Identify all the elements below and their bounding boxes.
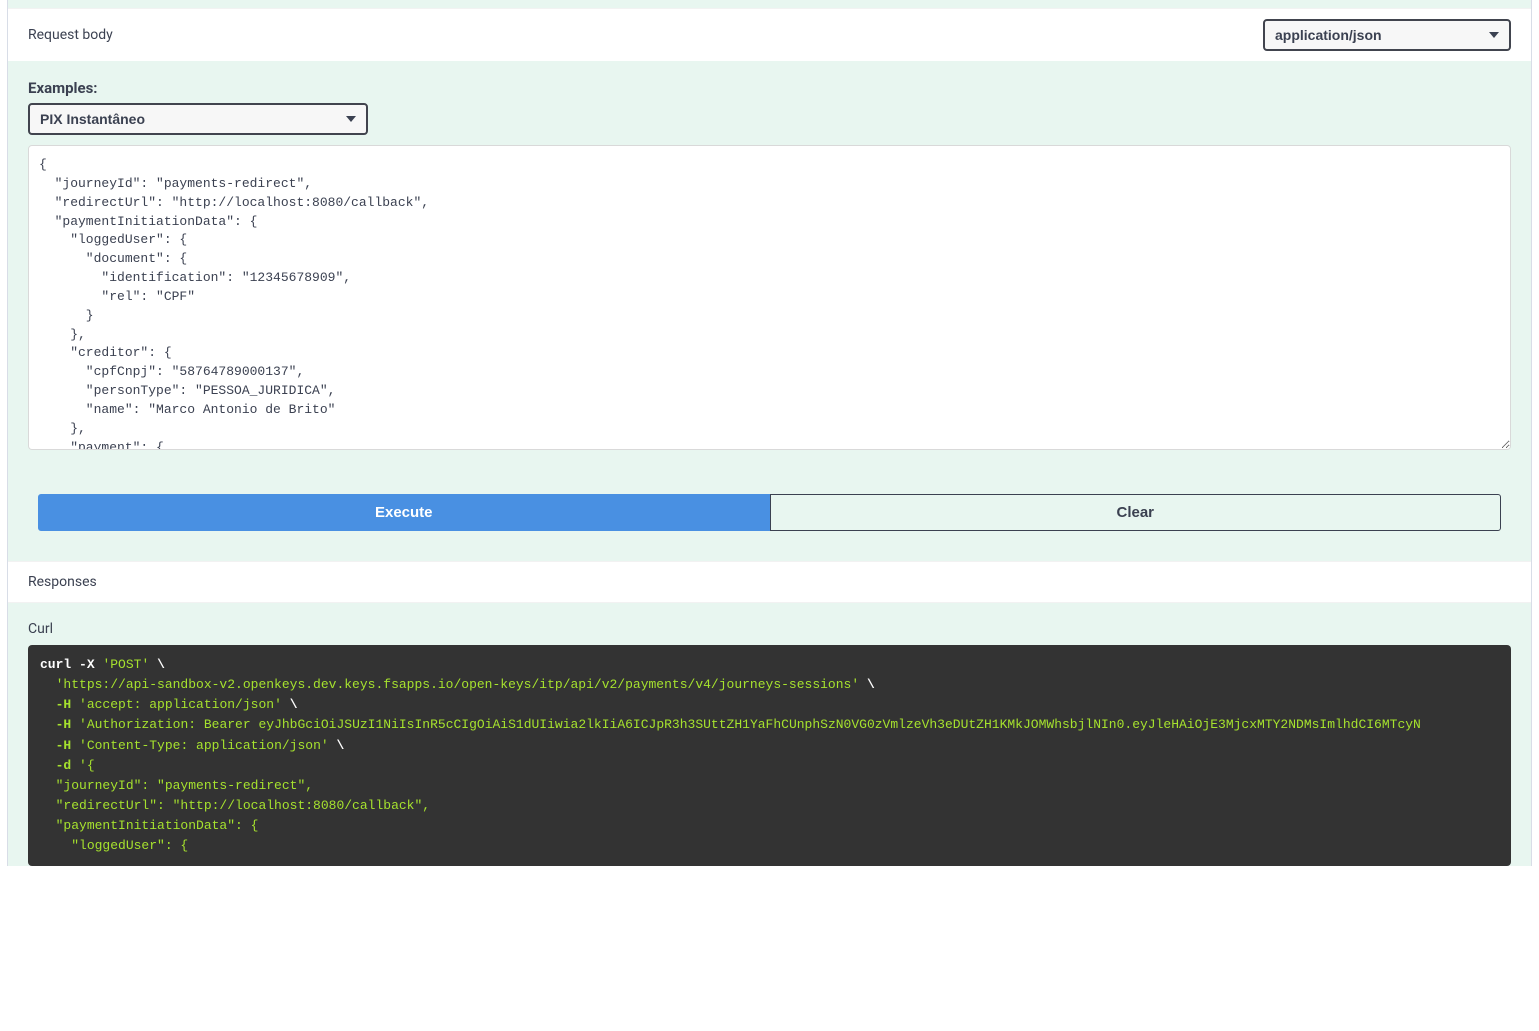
request-body-header: Request body application/json — [8, 8, 1531, 61]
responses-title: Responses — [28, 574, 97, 590]
examples-label: Examples: — [28, 79, 1511, 97]
examples-select-wrap: PIX Instantâneo — [28, 103, 368, 135]
clear-button[interactable]: Clear — [770, 494, 1502, 531]
content-type-select[interactable]: application/json — [1263, 19, 1511, 51]
request-body-title: Request body — [28, 27, 113, 43]
responses-header: Responses — [8, 561, 1531, 603]
content-type-select-wrap: application/json — [1263, 19, 1511, 51]
curl-label: Curl — [28, 621, 1511, 637]
request-body-editor[interactable] — [28, 145, 1511, 450]
examples-select[interactable]: PIX Instantâneo — [28, 103, 368, 135]
examples-block: Examples: PIX Instantâneo — [8, 61, 1531, 145]
execute-button[interactable]: Execute — [38, 494, 770, 531]
curl-code: curl -X 'POST' \ 'https://api-sandbox-v2… — [28, 645, 1511, 866]
